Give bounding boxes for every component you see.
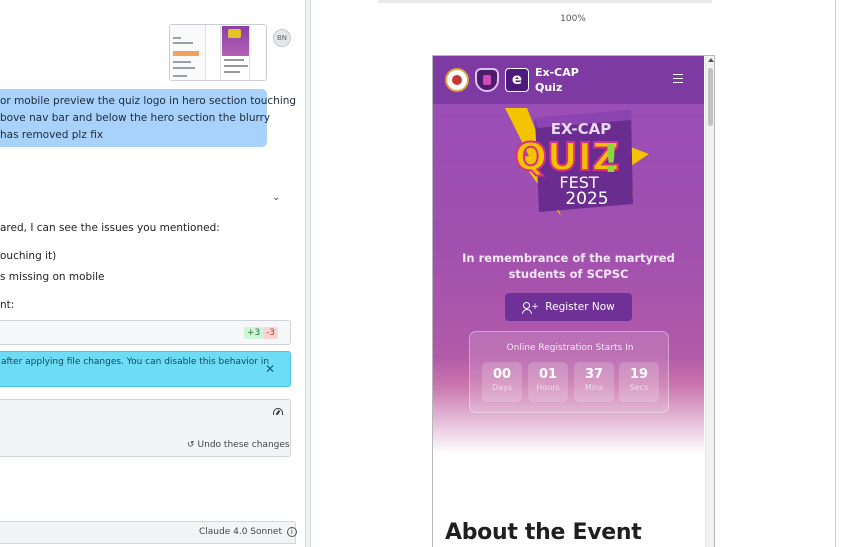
countdown-value: 19 <box>629 367 649 382</box>
countdown-unit: Secs <box>629 383 649 392</box>
user-message-line: or mobile preview the quiz logo in hero … <box>0 95 297 107</box>
countdown-value: 01 <box>538 367 558 382</box>
thumbnail-phone-view <box>220 25 250 80</box>
model-selector-bar[interactable]: Claude 4.0 Sonnet i <box>0 521 297 544</box>
chevron-down-icon[interactable]: ⌄ <box>272 192 280 203</box>
chat-pane: BN or mobile preview the quiz logo in he… <box>0 0 305 547</box>
brand-line: Quiz <box>535 81 563 94</box>
countdown-mins: 37 Mins <box>574 362 614 402</box>
preview-toolbar-edge <box>378 0 712 3</box>
undo-label: Undo these changes <box>197 440 290 450</box>
assistant-line: ared, I can see the issues you mentioned… <box>0 222 220 234</box>
about-heading: About the Event <box>445 520 642 545</box>
undo-icon: ↺ <box>187 440 195 450</box>
model-name: Claude 4.0 Sonnet <box>199 527 282 537</box>
scroll-up-arrow-icon[interactable] <box>708 58 714 62</box>
lines-added-badge: +3 <box>244 327 264 339</box>
thumbnail-editor-view <box>170 25 206 80</box>
preview-scrollbar[interactable] <box>705 56 714 547</box>
tagline-line: In remembrance of the martyred <box>462 251 675 265</box>
mobile-preview-frame: e Ex-CAP Quiz EX-CAP QUIZ ! FEST 2025 In… <box>432 55 715 547</box>
info-banner-text: after applying file changes. You can dis… <box>1 357 270 367</box>
countdown-value: 00 <box>492 367 512 382</box>
info-banner: after applying file changes. You can dis… <box>0 351 291 387</box>
undo-button[interactable]: ↺ Undo these changes <box>187 440 290 450</box>
countdown-title: Online Registration Starts In <box>506 343 634 353</box>
assistant-line: ouching it) <box>0 250 57 262</box>
club-crest-logo[interactable] <box>475 68 499 92</box>
preview-pane: 100% e Ex-CAP Quiz EX-CAP QUIZ ! FEST 20… <box>311 0 841 547</box>
info-icon[interactable]: i <box>286 527 297 537</box>
model-selector[interactable]: Claude 4.0 Sonnet i <box>199 527 297 537</box>
site-brand[interactable]: Ex-CAP Quiz <box>535 65 579 95</box>
tagline-line: students of SCPSC <box>508 267 629 281</box>
countdown-days: 00 Days <box>482 362 522 402</box>
logo-exclaim-text: ! <box>602 137 619 181</box>
hero-tagline: In remembrance of the martyred students … <box>433 250 704 282</box>
countdown-hours: 01 Hours <box>528 362 568 402</box>
file-change-summary[interactable]: +3 -3 <box>0 320 291 345</box>
hamburger-menu-icon[interactable] <box>673 74 683 83</box>
excap-logo-letter: e <box>506 69 528 91</box>
user-message-line: has removed plz fix <box>0 129 104 141</box>
assistant-line: nt: <box>0 299 15 311</box>
preview-border <box>835 0 836 547</box>
register-label: Register Now <box>545 301 615 313</box>
lines-removed-badge: -3 <box>263 327 278 339</box>
countdown-card: Online Registration Starts In 00 Days 01… <box>469 331 669 413</box>
user-avatar: BN <box>273 29 291 47</box>
user-message-bubble: or mobile preview the quiz logo in hero … <box>0 89 297 147</box>
quiz-fest-logo: EX-CAP QUIZ ! FEST 2025 <box>505 108 649 216</box>
user-plus-icon: + <box>522 301 539 314</box>
hero-section: EX-CAP QUIZ ! FEST 2025 In remembrance o… <box>433 104 704 454</box>
countdown-unit: Hours <box>536 383 560 392</box>
countdown-secs: 19 Secs <box>619 362 659 402</box>
zoom-level[interactable]: 100% <box>311 14 835 24</box>
close-icon[interactable]: ✕ <box>265 362 275 376</box>
attachment-thumbnail[interactable] <box>169 24 267 81</box>
register-button[interactable]: + Register Now <box>505 293 632 321</box>
scrollbar-thumb[interactable] <box>708 68 713 126</box>
countdown-value: 37 <box>584 367 604 382</box>
excap-logo[interactable]: e <box>505 68 529 92</box>
logo-year-text: 2025 <box>565 189 608 209</box>
countdown-unit: Mins <box>584 383 604 392</box>
site-navbar: e Ex-CAP Quiz <box>433 56 704 104</box>
changes-card: ↺ Undo these changes <box>0 399 291 457</box>
college-emblem-logo[interactable] <box>445 68 469 92</box>
assistant-line: s missing on mobile <box>0 271 105 283</box>
brand-line: Ex-CAP <box>535 66 579 79</box>
countdown-unit: Days <box>492 383 512 392</box>
gauge-icon[interactable] <box>273 408 283 415</box>
user-message-line: bove nav bar and below the hero section … <box>0 112 271 124</box>
